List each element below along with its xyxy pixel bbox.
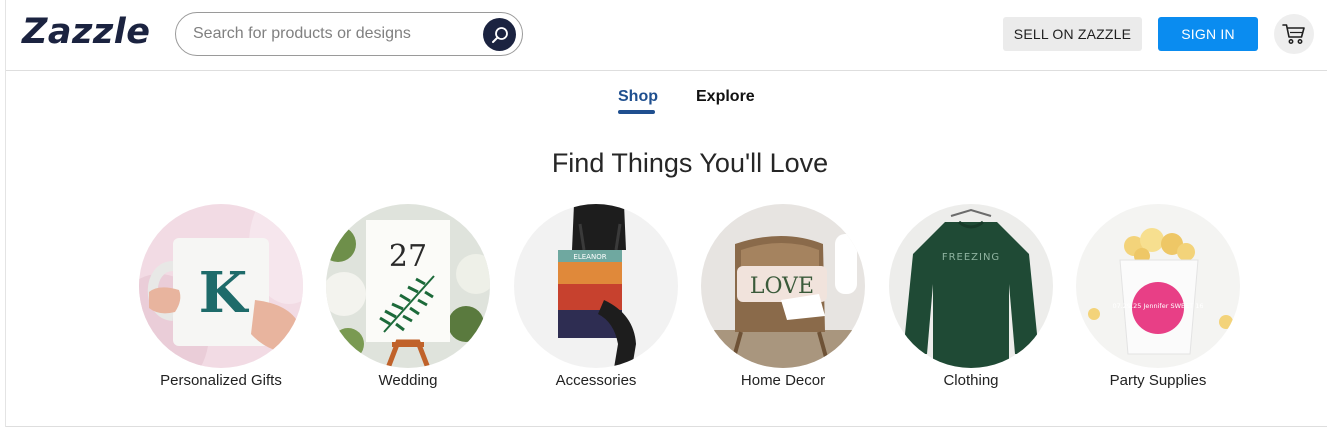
tab-shop[interactable]: Shop — [618, 88, 658, 106]
sell-on-zazzle-button[interactable]: SELL ON ZAZZLE — [1003, 17, 1142, 51]
site-header: Zazzle SELL ON ZAZZLE SIGN IN — [6, 0, 1327, 71]
category-image: K — [139, 204, 303, 368]
category-image: ELEANOR — [514, 204, 678, 368]
category-image: 07.29.25 Jennifer SWEET 16 — [1076, 204, 1240, 368]
search-icon — [491, 26, 508, 43]
shop-explore-tabs: Shop Explore — [0, 88, 1327, 118]
tote-name-text: ELEANOR — [573, 253, 606, 261]
search-bar — [175, 12, 523, 56]
category-clothing[interactable]: FREEZING Clothing — [871, 204, 1071, 389]
search-input[interactable] — [193, 23, 473, 45]
category-carousel: K Personalized Gifts 27 Wedding ELEANOR … — [0, 204, 1327, 404]
category-image: FREEZING — [889, 204, 1053, 368]
search-button[interactable] — [483, 18, 516, 51]
category-personalized-gifts[interactable]: K Personalized Gifts — [121, 204, 321, 389]
category-label: Party Supplies — [1109, 372, 1207, 389]
cart-icon — [1282, 24, 1305, 44]
category-party-supplies[interactable]: 07.29.25 Jennifer SWEET 16 Party Supplie… — [1058, 204, 1258, 389]
page-headline: Find Things You'll Love — [551, 148, 829, 178]
category-home-decor[interactable]: LOVE Home Decor — [683, 204, 883, 389]
sign-in-button[interactable]: SIGN IN — [1158, 17, 1258, 51]
sweatshirt-text: FREEZING — [942, 252, 1000, 263]
mug-letter-text: K — [199, 260, 250, 326]
category-wedding[interactable]: 27 Wedding — [308, 204, 508, 389]
category-label: Accessories — [555, 372, 637, 389]
category-image: 27 — [326, 204, 490, 368]
category-accessories[interactable]: ELEANOR Accessories — [496, 204, 696, 389]
category-image: LOVE — [701, 204, 865, 368]
tab-explore[interactable]: Explore — [696, 88, 755, 106]
pillow-text: LOVE — [750, 274, 814, 299]
cart-button[interactable] — [1274, 14, 1314, 54]
active-tab-indicator — [618, 110, 655, 114]
category-label: Personalized Gifts — [160, 372, 282, 389]
cup-label-text: 07.29.25 Jennifer SWEET 16 — [1112, 302, 1203, 310]
category-label: Clothing — [943, 372, 999, 389]
table-number-text: 27 — [389, 239, 427, 274]
zazzle-logo[interactable]: Zazzle — [22, 12, 150, 52]
category-label: Home Decor — [740, 372, 826, 389]
category-label: Wedding — [378, 372, 438, 389]
